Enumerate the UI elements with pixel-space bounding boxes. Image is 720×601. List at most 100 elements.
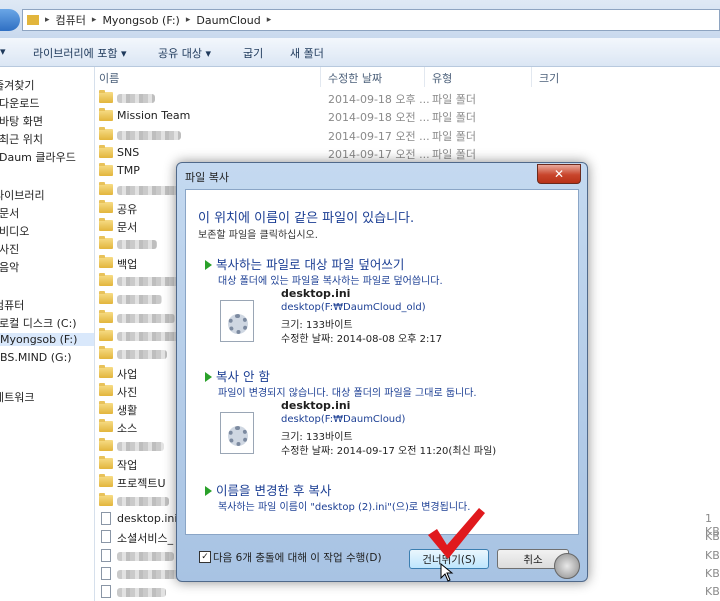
folder-icon xyxy=(99,218,113,232)
row-name: 백업 xyxy=(117,257,138,271)
column-header-date[interactable]: 수정한 날짜 xyxy=(328,70,382,86)
breadcrumb-computer[interactable]: 컴퓨터 xyxy=(56,12,86,28)
redacted-text xyxy=(117,350,167,360)
nav-myongsob-f[interactable]: Myongsob (F:) xyxy=(0,333,94,346)
nav-pictures[interactable]: 사진 xyxy=(0,241,19,257)
option-replace-title[interactable]: 복사하는 파일로 대상 파일 덮어쓰기 xyxy=(216,254,404,273)
breadcrumb-folder[interactable]: DaumCloud xyxy=(196,14,260,27)
row-name: 작업 xyxy=(117,459,138,472)
file-icon xyxy=(101,530,111,544)
folder-icon xyxy=(99,144,113,158)
folder-icon xyxy=(99,254,113,268)
row-name: SNS xyxy=(117,145,140,159)
column-divider[interactable] xyxy=(320,67,321,87)
breadcrumb-drive[interactable]: Myongsob (F:) xyxy=(102,14,179,27)
folder-icon xyxy=(99,309,113,323)
row-size: KB xyxy=(705,530,720,544)
include-in-library-button[interactable]: 라이브러리에 포함 ▾ xyxy=(33,45,126,61)
burn-button[interactable]: 굽기 xyxy=(243,45,263,61)
table-row[interactable]: SNS 2014-09-17 오전 ... 파일 폴더 xyxy=(95,144,720,162)
redacted-text xyxy=(117,313,175,323)
settings-file-icon xyxy=(220,300,254,342)
nav-computer[interactable]: 컴퓨터 xyxy=(0,297,24,313)
row-size: KB xyxy=(705,548,720,562)
address-bar: ▸ 컴퓨터 ▸ Myongsob (F:) ▸ DaumCloud ▸ xyxy=(0,0,720,39)
apply-all-label[interactable]: 다음 6개 충돌에 대해 이 작업 수행(D) xyxy=(213,550,382,565)
nav-bsmind-g[interactable]: BS.MIND (G:) xyxy=(0,351,72,364)
nav-favorites[interactable]: 즐겨찾기 xyxy=(0,77,34,93)
option-replace-file-path: desktop(F:₩DaumCloud_old) xyxy=(281,302,426,313)
redacted-text xyxy=(117,496,169,506)
nav-documents[interactable]: 문서 xyxy=(0,205,19,221)
row-type: 파일 폴더 xyxy=(432,147,476,161)
nav-network[interactable]: 네트워크 xyxy=(0,389,34,405)
redacted-text xyxy=(117,94,155,103)
option-replace-file-date: 수정한 날짜: 2014-08-08 오후 2:17 xyxy=(281,334,443,345)
close-button[interactable]: ✕ xyxy=(537,164,581,184)
nav-videos[interactable]: 비디오 xyxy=(0,223,29,239)
redacted-text xyxy=(117,240,157,250)
mouse-cursor-icon xyxy=(440,563,454,582)
option-rename-title[interactable]: 이름을 변경한 후 복사 xyxy=(216,480,331,499)
redacted-text xyxy=(117,588,166,598)
table-row[interactable]: Mission Team 2014-09-18 오전 ... 파일 폴더 xyxy=(95,107,720,125)
column-divider[interactable] xyxy=(424,67,425,87)
column-header-size[interactable]: 크기 xyxy=(539,70,559,86)
nav-music[interactable]: 음악 xyxy=(0,259,19,275)
redacted-text xyxy=(117,130,181,140)
folder-icon xyxy=(99,181,113,195)
toolbar-arrow-icon: ▾ xyxy=(0,45,6,58)
row-name: 소셜서비스_ xyxy=(117,532,174,546)
nav-downloads[interactable]: 다운로드 xyxy=(0,95,39,111)
option-replace-file-size: 크기: 133바이트 xyxy=(281,320,353,331)
row-type: 파일 폴더 xyxy=(432,93,476,106)
nav-recent-places[interactable]: 최근 위치 xyxy=(0,131,43,147)
redacted-text xyxy=(117,441,164,451)
folder-icon xyxy=(27,15,39,25)
new-folder-button[interactable]: 새 폴더 xyxy=(290,45,324,61)
row-size: KB xyxy=(705,585,720,599)
folder-icon xyxy=(99,327,113,341)
nav-local-disk-c[interactable]: 로컬 디스크 (C:) xyxy=(0,315,77,331)
nav-libraries[interactable]: 라이브러리 xyxy=(0,187,45,203)
column-header-name[interactable]: 이름 xyxy=(99,70,119,86)
column-header-type[interactable]: 유형 xyxy=(432,70,452,86)
option-skip-file-path: desktop(F:₩DaumCloud) xyxy=(281,414,406,425)
option-skip-file-date: 수정한 날짜: 2014-09-17 오전 11:20(최신 파일) xyxy=(281,446,497,457)
option-skip-title[interactable]: 복사 안 함 xyxy=(216,366,270,385)
table-row[interactable]: 2014-09-17 오전 ... 파일 폴더 xyxy=(95,126,720,144)
breadcrumb-separator: ▸ xyxy=(45,15,50,25)
option-skip-file-name: desktop.ini xyxy=(281,399,351,412)
folder-icon xyxy=(99,364,113,378)
folder-icon xyxy=(99,291,113,305)
cursor-shape xyxy=(440,563,454,582)
breadcrumb-separator: ▸ xyxy=(91,15,97,25)
nav-daum-cloud[interactable]: Daum 클라우드 xyxy=(0,149,76,165)
folder-icon xyxy=(99,273,113,286)
breadcrumb-separator: ▸ xyxy=(185,15,191,25)
folder-icon xyxy=(99,492,113,506)
column-divider[interactable] xyxy=(531,67,532,87)
folder-icon xyxy=(99,90,113,103)
row-date: 2014-09-18 오후 ... xyxy=(328,93,430,106)
command-toolbar: ▾ 라이브러리에 포함 ▾ 공유 대상 ▾ 굽기 새 폴더 xyxy=(0,38,720,67)
option-skip-desc: 파일이 변경되지 않습니다. 대상 폴더의 파일을 그대로 둡니다. xyxy=(218,388,477,399)
folder-icon xyxy=(99,126,113,140)
nav-desktop[interactable]: 바탕 화면 xyxy=(0,113,43,129)
settings-file-icon xyxy=(220,412,254,454)
back-button[interactable] xyxy=(0,9,20,31)
share-with-button[interactable]: 공유 대상 ▾ xyxy=(158,45,211,61)
apply-all-checkbox[interactable]: ✓ xyxy=(199,551,211,563)
address-input[interactable]: ▸ 컴퓨터 ▸ Myongsob (F:) ▸ DaumCloud ▸ xyxy=(22,9,720,31)
file-icon xyxy=(101,548,111,562)
folder-icon xyxy=(99,419,113,433)
file-icon xyxy=(101,585,111,599)
folder-icon xyxy=(99,199,113,213)
table-row[interactable]: KB xyxy=(95,583,720,601)
table-row[interactable]: 2014-09-18 오후 ... 파일 폴더 xyxy=(95,89,720,107)
folder-icon xyxy=(99,346,113,360)
folder-icon xyxy=(99,236,113,250)
green-arrow-icon xyxy=(205,260,212,270)
checkmark-shape xyxy=(428,508,485,559)
row-name: TMP xyxy=(117,164,140,178)
